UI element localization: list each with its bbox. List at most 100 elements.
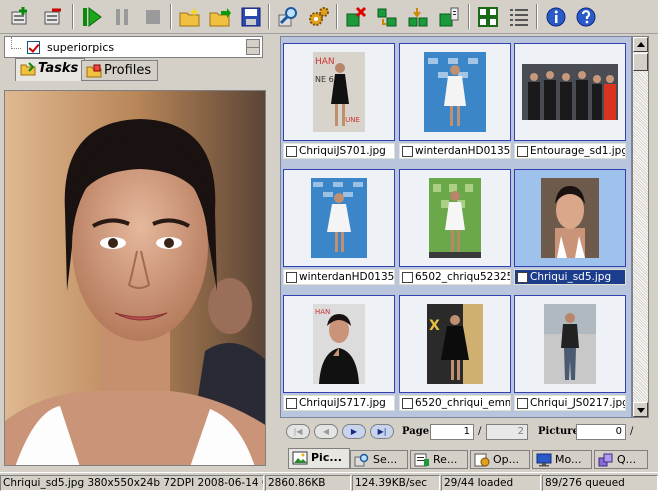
thumbnail-checkbox[interactable] [517, 146, 528, 157]
move-down-icon[interactable] [404, 3, 431, 30]
thumbnail-caption[interactable]: 6520_chriqui_emm... [399, 395, 511, 411]
tree-item-label[interactable]: superiorpics [47, 41, 114, 54]
picture-separator: / [630, 426, 634, 437]
status-file-info: Chriqui_sd5.jpg 380x550x24b 72DPI 2008-0… [0, 475, 264, 491]
thumbnail-image[interactable] [514, 169, 626, 267]
page-separator: / [478, 426, 482, 437]
bottom-tab-label: Pic... [311, 451, 342, 464]
left-tab-strip: Tasks Profiles [0, 58, 270, 82]
tab-bottom-1[interactable]: Pic... [288, 448, 350, 469]
next-page-button[interactable]: ▶ [342, 424, 366, 439]
settings-gears-icon[interactable] [305, 3, 332, 30]
tab-tasks-label: Tasks [38, 61, 79, 76]
thumbnail-checkbox[interactable] [402, 146, 413, 157]
thumbnail-checkbox[interactable] [517, 398, 528, 409]
status-queued: 89/276 queued [542, 475, 658, 491]
tab-profiles[interactable]: Profiles [81, 60, 159, 81]
thumbnail-item[interactable]: Chriqui_JS0217.jpg [514, 295, 626, 413]
new-folder-icon[interactable] [176, 3, 203, 30]
delete-item-icon[interactable] [342, 3, 369, 30]
folder-tree[interactable]: superiorpics [4, 36, 263, 58]
tab-bottom-3[interactable]: Re... [410, 450, 468, 469]
svg-text:HAN: HAN [315, 308, 330, 316]
thumbnail-caption[interactable]: Chriqui_JS0217.jpg [514, 395, 626, 411]
status-file-size: 2860.86KB [265, 475, 351, 491]
tab-bottom-6[interactable]: Q... [594, 450, 648, 469]
info-icon[interactable] [542, 3, 569, 30]
thumbnail-caption[interactable]: Entourage_sd1.jpg [514, 143, 626, 159]
thumbnail-image[interactable]: HAN [283, 295, 395, 393]
picture-icon [292, 451, 308, 465]
thumbnail-item[interactable]: winterdanHD0135... [283, 169, 395, 287]
search-icon[interactable] [274, 3, 301, 30]
pager: |◀ ◀ ▶ ▶| Page 1 / 2 Picture 0 / [280, 420, 650, 444]
thumbnail-caption[interactable]: 6502_chriqu52325... [399, 269, 511, 285]
svg-text:X: X [429, 318, 440, 334]
scroll-down-button[interactable] [633, 402, 648, 417]
thumbnail-checkbox[interactable] [402, 398, 413, 409]
scroll-thumb[interactable] [633, 53, 648, 71]
add-project-icon[interactable] [6, 3, 33, 30]
remove-project-icon[interactable] [39, 3, 66, 30]
thumbnail-caption[interactable]: ChriquiJS717.jpg [283, 395, 395, 411]
thumbnail-item[interactable]: winterdanHD0135... [399, 43, 511, 161]
tab-tasks[interactable]: Tasks [15, 58, 86, 81]
stop-icon[interactable] [139, 3, 166, 30]
thumbnail-checkbox[interactable] [286, 398, 297, 409]
thumbnail-item[interactable]: HAN ChriquiJS717.jpg [283, 295, 395, 413]
bottom-tab-label: Se... [373, 453, 398, 466]
help-icon[interactable] [572, 3, 599, 30]
thumbnail-checkbox[interactable] [517, 272, 528, 283]
list-view-icon[interactable] [505, 3, 532, 30]
thumbnail-caption[interactable]: winterdanHD0135... [399, 143, 511, 159]
thumbnail-item[interactable]: HAN NE 6 JUNE ChriquiJS701.jpg [283, 43, 395, 161]
scroll-track[interactable] [633, 71, 648, 401]
tree-item-checkbox[interactable] [27, 41, 40, 54]
open-folder-icon[interactable] [206, 3, 233, 30]
thumbnail-item[interactable]: Chriqui_sd5.jpg [514, 169, 626, 287]
thumbnail-image[interactable] [514, 43, 626, 141]
thumbnail-grid: HAN NE 6 JUNE ChriquiJS701.jpg winterdanHD01… [280, 36, 632, 418]
thumbnail-item[interactable]: Entourage_sd1.jpg [514, 43, 626, 161]
thumbnail-caption[interactable]: ChriquiJS701.jpg [283, 143, 395, 159]
tab-bottom-4[interactable]: Op... [470, 450, 530, 469]
start-icon[interactable] [78, 3, 105, 30]
tasks-folder-icon [20, 62, 36, 76]
grid-vertical-scrollbar[interactable] [632, 36, 649, 418]
move-item-icon[interactable] [373, 3, 400, 30]
thumbnail-checkbox[interactable] [286, 146, 297, 157]
scroll-up-button[interactable] [633, 37, 648, 52]
toolbar-separator [468, 4, 470, 29]
thumbnail-image[interactable] [399, 43, 511, 141]
page-number-input[interactable]: 1 [430, 424, 474, 440]
thumbnail-image[interactable] [283, 169, 395, 267]
thumbnail-checkbox[interactable] [402, 272, 413, 283]
last-page-button[interactable]: ▶| [370, 424, 394, 439]
toolbar-separator [268, 4, 270, 29]
thumbnail-checkbox[interactable] [286, 272, 297, 283]
thumbnail-view-icon[interactable] [474, 3, 501, 30]
tree-scroll-spinner[interactable] [246, 39, 260, 55]
svg-text:HAN: HAN [315, 57, 335, 67]
pause-icon[interactable] [108, 3, 135, 30]
thumbnail-item[interactable]: 6502_chriqu52325... [399, 169, 511, 287]
queue-icon [598, 453, 613, 467]
thumbnail-caption[interactable]: winterdanHD0135... [283, 269, 395, 285]
svg-text:NE 6: NE 6 [315, 75, 334, 84]
picture-number-input[interactable]: 0 [576, 424, 626, 440]
tab-bottom-5[interactable]: Mo... [532, 450, 592, 469]
thumbnail-item[interactable]: X 6520_chriqui_emm... [399, 295, 511, 413]
tab-bottom-2[interactable]: Se... [350, 450, 408, 469]
toolbar-separator [336, 4, 338, 29]
thumbnail-caption[interactable]: Chriqui_sd5.jpg [514, 269, 626, 285]
save-icon[interactable] [237, 3, 264, 30]
properties-icon[interactable] [435, 3, 462, 30]
thumbnail-image[interactable]: X [399, 295, 511, 393]
first-page-button[interactable]: |◀ [286, 424, 310, 439]
thumbnail-image[interactable] [399, 169, 511, 267]
prev-page-button[interactable]: ◀ [314, 424, 338, 439]
preview-photo [5, 91, 265, 465]
status-loaded: 29/44 loaded [441, 475, 541, 491]
thumbnail-image[interactable] [514, 295, 626, 393]
thumbnail-image[interactable]: HAN NE 6 JUNE [283, 43, 395, 141]
